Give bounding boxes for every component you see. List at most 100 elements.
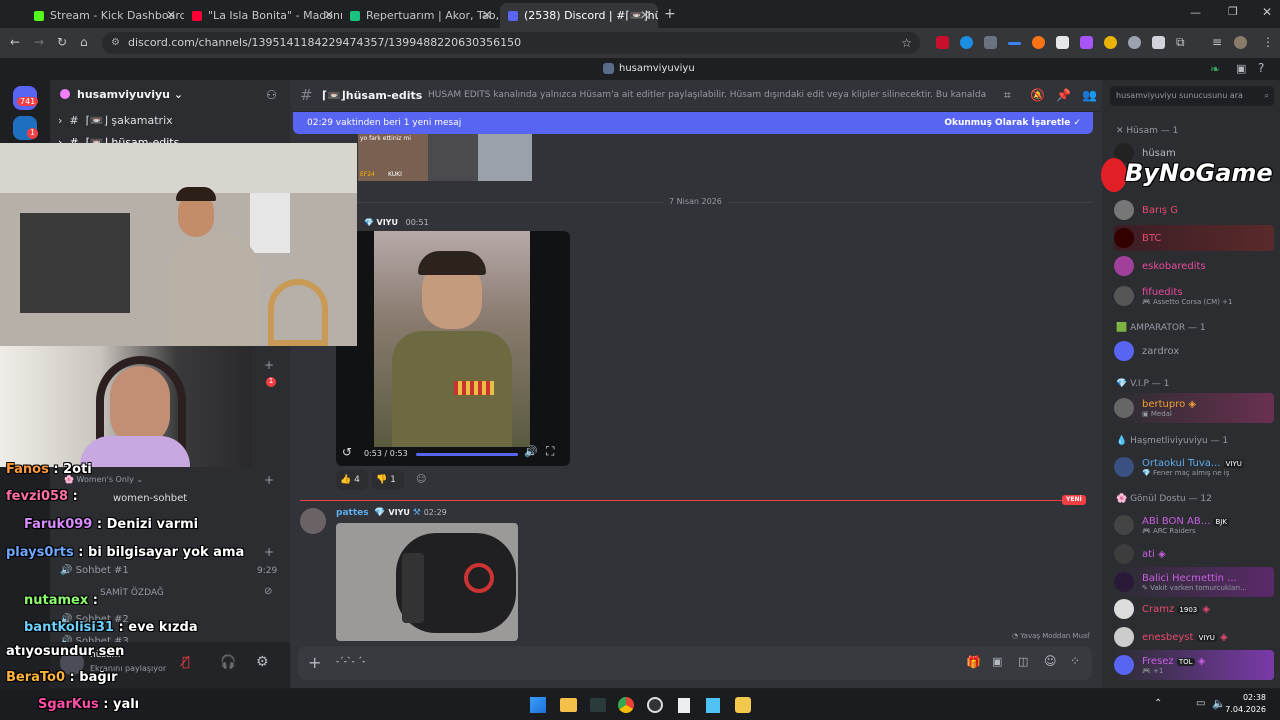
help-icon[interactable]: ? [1258, 61, 1264, 75]
browser-tab-youtube[interactable]: "La Isla Bonita" - Madonna - Yo ✕ [184, 3, 342, 28]
extension-icon[interactable] [960, 36, 973, 49]
menu-icon[interactable]: ⋮ [1262, 35, 1274, 49]
channel-women-sohbet[interactable]: women-sohbet [113, 493, 187, 504]
add-channel-icon[interactable]: + [264, 473, 274, 487]
threads-icon[interactable]: ⌗ [1004, 88, 1011, 103]
back-icon[interactable]: ← [10, 35, 20, 49]
site-info-icon[interactable]: ⚙ [111, 32, 120, 54]
bookmark-star-icon[interactable]: ☆ [901, 32, 912, 54]
browser-tab-discord[interactable]: (2538) Discord | #⌈📼⌋hüsam-e ✕ [500, 3, 658, 28]
clock-time[interactable]: 02:38 [1232, 693, 1266, 702]
prior-media[interactable]: yo fark ettiniz mi EF24 KUKI [358, 134, 532, 181]
search-input[interactable]: husamviyuviyu sunucusunu ara ⌕ [1110, 86, 1274, 106]
add-reaction-icon[interactable]: ☺ [416, 474, 426, 485]
browser-tab-kick[interactable]: Stream - Kick Dashboard ✕ [26, 3, 184, 28]
pin-icon[interactable]: 📌 [1056, 88, 1071, 102]
voice-user[interactable]: SAMİT ÖZDAĞ [100, 588, 164, 598]
close-icon[interactable]: ✕ [482, 8, 492, 22]
extension-icon[interactable] [1008, 42, 1021, 45]
member-row[interactable]: enesbeyst VIYU ◈ [1114, 624, 1274, 650]
emoji-icon[interactable]: ☺ [1044, 654, 1057, 668]
mic-muted-icon[interactable]: 🎙̸ [182, 655, 190, 670]
reaction-thumbs-up[interactable]: 👍 4 [336, 470, 368, 490]
tray-chevron-icon[interactable]: ⌃ [1154, 698, 1162, 709]
browser-tab-repertuar[interactable]: Repertuarım | Akor, Tab, Şarkı S ✕ [342, 3, 500, 28]
mute-channel-icon[interactable]: 🔕 [1030, 88, 1045, 102]
extension-icon[interactable] [1080, 36, 1093, 49]
member-row[interactable]: BTC [1114, 225, 1274, 251]
inbox-icon[interactable]: ▣ [1236, 62, 1246, 75]
attach-plus-icon[interactable]: + [308, 653, 321, 672]
notes-icon[interactable] [706, 698, 720, 713]
headphones-icon[interactable]: 🎧 [220, 655, 236, 670]
video-progress-track[interactable] [416, 453, 518, 456]
forward-icon[interactable]: → [34, 35, 44, 49]
member-row[interactable]: bertupro ◈ ▣ Medal [1114, 393, 1274, 423]
image-attachment[interactable] [336, 523, 518, 641]
member-row[interactable]: Balici Hecmettin ... ✎ Vakit varken tomur… [1114, 567, 1274, 597]
fullscreen-icon[interactable]: ⛶ [546, 444, 554, 459]
close-icon[interactable]: ✕ [324, 8, 334, 22]
extension-icon[interactable] [1032, 36, 1045, 49]
extension-icon[interactable] [1128, 36, 1141, 49]
channel-topic[interactable]: HÜSAM EDİTS kanalında yalnızca Hüsam'a a… [428, 90, 988, 100]
invite-icon[interactable]: ⚇ [266, 88, 277, 102]
sticker-icon[interactable]: ◫ [1018, 655, 1028, 668]
extension-icon[interactable] [1056, 36, 1069, 49]
apps-icon[interactable]: ⁘ [1070, 654, 1080, 668]
message-composer[interactable]: + -´-`- ´- 🎁 ▣ ◫ ☺ ⁘ [298, 646, 1092, 680]
member-row[interactable]: zardrox [1114, 338, 1274, 364]
member-row[interactable]: eskobaredits [1114, 253, 1274, 279]
add-channel-icon[interactable]: + [264, 358, 274, 372]
new-tab-button[interactable]: + [664, 6, 676, 22]
reaction-thumbs-down[interactable]: 👎 1 [372, 470, 404, 490]
adblock-icon[interactable] [936, 36, 949, 49]
author-name[interactable]: pattes [336, 508, 369, 518]
minimize-button[interactable]: — [1190, 6, 1201, 19]
file-explorer-icon[interactable] [560, 698, 577, 712]
replay-icon[interactable]: ↺ [342, 445, 352, 459]
close-icon[interactable]: ✕ [640, 8, 650, 22]
extension-icon[interactable] [1104, 36, 1117, 49]
address-bar[interactable]: ⚙ discord.com/channels/13951411842294743… [102, 32, 920, 54]
close-icon[interactable]: ✕ [166, 8, 176, 22]
chrome-icon[interactable] [618, 697, 634, 713]
nitro-icon[interactable]: ❧ [1210, 62, 1220, 76]
member-row[interactable]: Ortaokul Tuva... VIYU 💎 Fener maç almış n… [1114, 452, 1274, 482]
network-icon[interactable]: ▭ [1196, 698, 1205, 709]
app-icon[interactable] [735, 697, 751, 713]
maximize-button[interactable]: ❐ [1228, 5, 1238, 18]
profile-avatar[interactable] [1234, 36, 1247, 49]
window-close-button[interactable]: ✕ [1262, 5, 1272, 19]
gift-icon[interactable]: 🎁 [966, 655, 981, 669]
reload-icon[interactable]: ↻ [57, 35, 67, 49]
new-messages-banner[interactable]: 02:29 vaktinden beri 1 yeni mesaj Okunmu… [293, 112, 1093, 134]
member-row[interactable]: ati ◈ [1114, 541, 1274, 567]
volume-icon[interactable]: 🔊 [524, 445, 538, 458]
obs-icon[interactable] [647, 697, 663, 713]
shield-icon[interactable] [1152, 36, 1165, 49]
mark-read-button[interactable]: Okunmuş Olarak İşaretle ✓ [944, 118, 1081, 128]
member-list-icon[interactable]: 👥 [1082, 88, 1097, 102]
terminal-icon[interactable] [590, 698, 606, 712]
member-row[interactable]: fifuedits 🎮 Assetto Corsa (CM) +1 [1114, 281, 1274, 311]
channel-shakamatrix[interactable]: › # ⌈📼⌋ şakamatrix [58, 114, 173, 127]
reading-list-icon[interactable]: ≡ [1212, 35, 1222, 49]
extensions-puzzle-icon[interactable]: ⧉ [1176, 35, 1185, 50]
extension-icon[interactable] [984, 36, 997, 49]
clock-date[interactable]: 7.04.2026 [1222, 705, 1266, 714]
member-row[interactable]: Barış G [1114, 197, 1274, 223]
notepad-icon[interactable] [678, 698, 690, 713]
video-player[interactable]: ↺ 0:53 / 0:53 🔊 ⛶ [336, 231, 570, 466]
member-row[interactable]: ABİ BON AB... BJK 🎮 ARC Raiders [1114, 510, 1274, 540]
gif-icon[interactable]: ▣ [992, 655, 1002, 668]
home-icon[interactable]: ⌂ [80, 35, 88, 49]
avatar[interactable] [300, 508, 326, 534]
member-row[interactable]: Fresez TOL ◈ 🎮 +1 [1114, 650, 1274, 680]
start-windows-icon[interactable] [530, 697, 546, 713]
add-channel-icon[interactable]: + [264, 545, 274, 559]
member-row[interactable]: Cramz 1903 ◈ [1114, 596, 1274, 622]
settings-gear-icon[interactable]: ⚙ [256, 654, 269, 670]
server-name[interactable]: husamviyuviyu ⌄ [77, 88, 183, 101]
voice-channel-1[interactable]: 🔊 Sohbet #1 [60, 565, 129, 576]
